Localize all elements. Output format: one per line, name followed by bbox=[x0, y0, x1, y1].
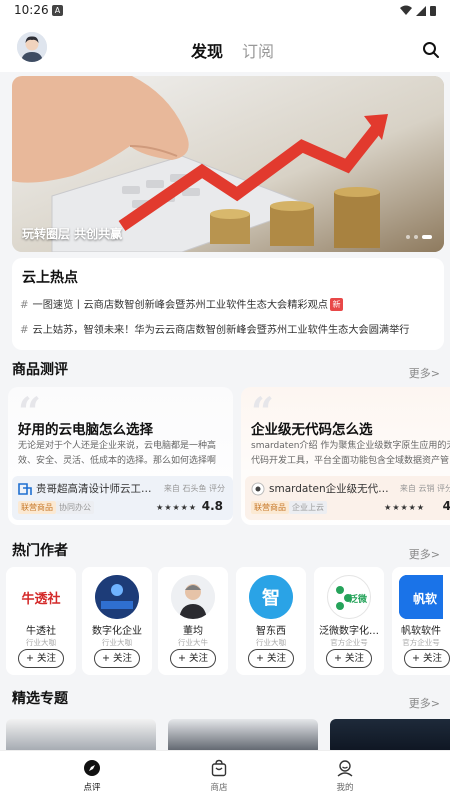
author-card[interactable]: 牛透社 牛透社 行业大咖 + 关注 bbox=[6, 567, 76, 675]
rating-source: 来自 石头鱼 评分 bbox=[163, 484, 225, 493]
tab-subscribe[interactable]: 订阅 bbox=[242, 38, 274, 62]
review-title: 企业级无代码怎么选 bbox=[251, 422, 373, 438]
rating-score: 4 bbox=[442, 499, 450, 513]
review-card[interactable]: “ 企业级无代码怎么选 smardaten介绍 作为聚焦企业级数字原生应用的无代… bbox=[241, 387, 450, 525]
follow-button[interactable]: + 关注 bbox=[248, 649, 294, 668]
rating-score: 4.8 bbox=[201, 499, 223, 513]
author-card[interactable]: 帆软 帆软软件 官方企业号 + 关注 bbox=[392, 567, 450, 675]
author-role: 行业大咖 bbox=[102, 638, 132, 647]
tab-discover[interactable]: 发现 bbox=[191, 38, 223, 62]
more-topics-link[interactable]: 更多> bbox=[409, 695, 440, 711]
system-status-icons bbox=[400, 5, 436, 16]
star-rating: ★★★★★ bbox=[156, 503, 197, 512]
bottom-nav: 点评 商店 我的 bbox=[0, 750, 450, 800]
person-avatar-icon bbox=[171, 575, 215, 619]
category-tag: 企业上云 bbox=[289, 501, 327, 514]
hot-news-item[interactable]: # 一图速览丨云商店数智创新峰会暨苏州工业软件生态大会精彩观点新 bbox=[20, 296, 343, 311]
review-product[interactable]: 贵哥超高清设计师云工… 来自 石头鱼 评分 联营商品 协同办公 ★★★★★ 4.… bbox=[12, 476, 233, 520]
promo-banner[interactable]: 玩转圈层 共创共赢 bbox=[12, 76, 444, 252]
banner-caption: 玩转圈层 共创共赢 bbox=[22, 227, 123, 241]
follow-button[interactable]: + 关注 bbox=[170, 649, 216, 668]
review-product[interactable]: smardaten企业级无代码… 来自 云销 评分 联营商品 企业上云 ★★★★… bbox=[245, 476, 450, 520]
author-card[interactable]: 智 智东西 行业大咖 + 关注 bbox=[236, 567, 306, 675]
niutoushe-logo-icon: 牛透社 bbox=[19, 575, 63, 619]
author-card[interactable]: 泛微 泛微数字化… 官方企业号 + 关注 bbox=[314, 567, 384, 675]
author-name: 帆软软件 bbox=[401, 626, 441, 637]
notification-a-icon: A bbox=[52, 5, 63, 16]
follow-button[interactable]: + 关注 bbox=[326, 649, 372, 668]
rating-source: 来自 云销 评分 bbox=[399, 484, 450, 493]
compass-icon bbox=[84, 760, 100, 776]
fanruan-logo-icon: 帆软 bbox=[399, 575, 443, 619]
svg-text:泛微: 泛微 bbox=[349, 593, 368, 605]
section-title-topics: 精选专题 bbox=[12, 691, 68, 707]
pager-dot[interactable] bbox=[406, 235, 410, 239]
product-logo-icon bbox=[18, 483, 32, 495]
author-role: 官方企业号 bbox=[402, 638, 440, 647]
author-role: 行业大牛 bbox=[178, 638, 208, 647]
review-desc: smardaten介绍 作为聚焦企业级数字原生应用的无代码开发工具，平台全面功能… bbox=[251, 441, 450, 466]
category-tag: 协同办公 bbox=[56, 501, 94, 514]
battery-icon bbox=[430, 6, 436, 16]
product-logo-icon bbox=[251, 482, 265, 496]
user-avatar[interactable] bbox=[17, 32, 47, 62]
section-title-reviews: 商品测评 bbox=[12, 362, 68, 378]
product-name: smardaten企业级无代码… bbox=[269, 483, 394, 495]
nav-label: 点评 bbox=[83, 783, 101, 793]
author-role: 官方企业号 bbox=[330, 638, 368, 647]
hot-news-card: 云上热点 # 一图速览丨云商店数智创新峰会暨苏州工业软件生态大会精彩观点新 # 云上… bbox=[12, 258, 444, 350]
author-role: 行业大咖 bbox=[26, 638, 56, 647]
follow-button[interactable]: + 关注 bbox=[18, 649, 64, 668]
review-title: 好用的云电脑怎么选择 bbox=[18, 422, 153, 438]
nav-item-review[interactable]: 点评 bbox=[62, 759, 122, 793]
product-tag: 联营商品 bbox=[251, 501, 289, 514]
svg-text:帆软: 帆软 bbox=[413, 591, 437, 606]
author-role: 行业大咖 bbox=[256, 638, 286, 647]
svg-text:牛透社: 牛透社 bbox=[21, 591, 60, 607]
follow-button[interactable]: + 关注 bbox=[404, 649, 450, 668]
author-card[interactable]: 董均 行业大牛 + 关注 bbox=[158, 567, 228, 675]
clock: 10:26 bbox=[14, 3, 49, 17]
section-title-authors: 热门作者 bbox=[12, 543, 68, 559]
hot-news-title: 云上热点 bbox=[22, 270, 78, 286]
author-name: 泛微数字化… bbox=[319, 626, 379, 637]
top-header: 发现 订阅 bbox=[0, 22, 450, 72]
digital-enterprise-logo-icon bbox=[95, 575, 139, 619]
more-reviews-link[interactable]: 更多> bbox=[409, 365, 440, 381]
nav-label: 商店 bbox=[210, 783, 228, 793]
review-card[interactable]: “ 好用的云电脑怎么选择 无论是对于个人还是企业来说，云电脑都是一种高效、安全、… bbox=[8, 387, 233, 525]
author-name: 智东西 bbox=[256, 626, 286, 637]
hot-news-text: 一图速览丨云商店数智创新峰会暨苏州工业软件生态大会精彩观点 bbox=[32, 300, 328, 311]
hot-news-item[interactable]: # 云上姑苏，智领未来！华为云云商店数智创新峰会暨苏州工业软件生态大会圆满举行 bbox=[20, 321, 409, 336]
star-rating: ★★★★★ bbox=[384, 503, 425, 512]
zhidongxi-logo-icon: 智 bbox=[249, 575, 293, 619]
author-name: 牛透社 bbox=[26, 626, 56, 637]
svg-text:智: 智 bbox=[262, 587, 280, 609]
hash-icon: # bbox=[20, 325, 29, 336]
author-name: 数字化企业 bbox=[92, 626, 142, 637]
new-badge: 新 bbox=[329, 298, 343, 311]
banner-pager[interactable] bbox=[402, 224, 432, 243]
profile-icon bbox=[337, 760, 353, 777]
author-name: 董均 bbox=[183, 626, 203, 637]
fanwei-logo-icon: 泛微 bbox=[327, 575, 371, 619]
product-tag: 联营商品 bbox=[18, 501, 56, 514]
hot-news-text: 云上姑苏，智领未来！华为云云商店数智创新峰会暨苏州工业软件生态大会圆满举行 bbox=[32, 325, 410, 336]
hash-icon: # bbox=[20, 300, 29, 311]
shopping-bag-icon bbox=[211, 759, 227, 777]
nav-item-store[interactable]: 商店 bbox=[189, 759, 249, 793]
nav-label: 我的 bbox=[336, 783, 354, 793]
nav-item-mine[interactable]: 我的 bbox=[315, 759, 375, 793]
author-card[interactable]: 数字化企业 行业大咖 + 关注 bbox=[82, 567, 152, 675]
pager-dot[interactable] bbox=[414, 235, 418, 239]
status-bar: 10:26 A bbox=[0, 0, 450, 22]
wifi-icon bbox=[400, 5, 412, 15]
product-name: 贵哥超高清设计师云工… bbox=[36, 483, 152, 495]
more-authors-link[interactable]: 更多> bbox=[409, 546, 440, 562]
review-desc: 无论是对于个人还是企业来说，云电脑都是一种高效、安全、灵活、低成本的选择。那么如… bbox=[18, 441, 217, 466]
pager-dot-active[interactable] bbox=[422, 235, 432, 239]
follow-button[interactable]: + 关注 bbox=[94, 649, 140, 668]
signal-icon bbox=[416, 6, 426, 16]
search-icon[interactable] bbox=[422, 41, 440, 59]
